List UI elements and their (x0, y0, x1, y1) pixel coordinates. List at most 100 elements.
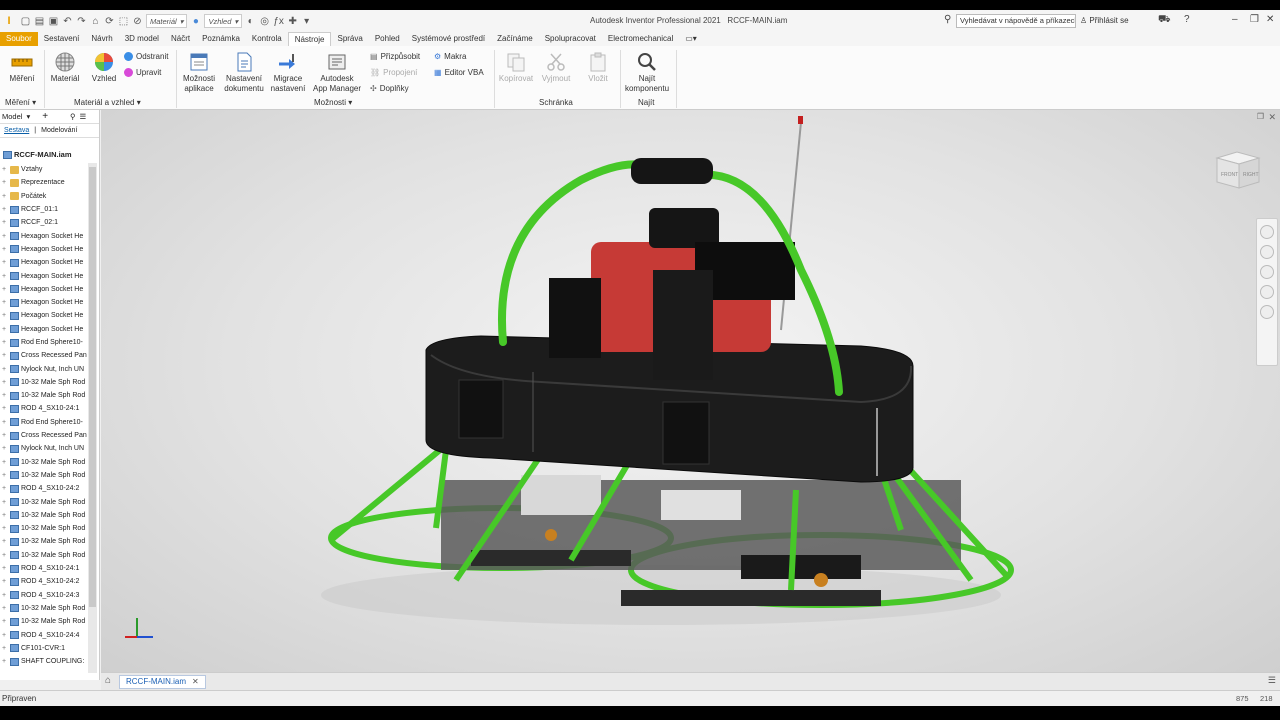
tree-item[interactable]: + Cross Recessed Pan (2, 349, 88, 362)
tab-modeling-view[interactable]: Modelování (41, 127, 77, 134)
tree-item[interactable]: + Rod End Sphere10- (2, 416, 88, 429)
tree-item[interactable]: +10-32 Male Sph Rod (2, 469, 88, 482)
tree-item[interactable]: + ROD 4_SX10-24:4 (2, 628, 88, 641)
tree-item[interactable]: +10-32 Male Sph Rod (2, 376, 88, 389)
expand-icon[interactable]: + (2, 299, 8, 306)
expand-icon[interactable]: + (2, 326, 8, 333)
doc-settings-button[interactable]: Nastavení dokumentu (222, 52, 266, 94)
plus-icon[interactable]: ✚ (287, 16, 298, 27)
tab-electromechanical[interactable]: Electromechanical (602, 32, 679, 46)
tab-annotate[interactable]: Poznámka (196, 32, 246, 46)
expand-icon[interactable]: + (2, 273, 8, 280)
view-cube[interactable]: FRONT RIGHT (1213, 150, 1263, 190)
tab-get-started[interactable]: Začínáme (491, 32, 539, 46)
tab-assemble[interactable]: Sestavení (38, 32, 86, 46)
update-icon[interactable]: ⟳ (104, 16, 115, 27)
expand-icon[interactable]: + (2, 379, 8, 386)
tree-item[interactable]: + Počátek (2, 190, 88, 203)
model-render[interactable] (101, 110, 1280, 672)
remove-appearance-button[interactable]: Odstranit (124, 52, 168, 61)
tree-item[interactable]: + Nylock Nut, Inch UN (2, 362, 88, 375)
tab-view[interactable]: Pohled (369, 32, 406, 46)
tree-item[interactable]: +10-32 Male Sph Rod (2, 456, 88, 469)
help-icon[interactable]: ? (1184, 14, 1190, 25)
tree-item[interactable]: +10-32 Male Sph Rod (2, 509, 88, 522)
tab-menu-icon[interactable]: ☰ (1268, 675, 1276, 686)
new-file-icon[interactable]: ▢ (20, 16, 31, 27)
expand-icon[interactable]: + (2, 312, 8, 319)
home-icon[interactable]: ⌂ (105, 675, 111, 686)
expand-icon[interactable]: + (2, 472, 8, 479)
tab-3d-model[interactable]: 3D model (119, 32, 165, 46)
inventor-logo-icon[interactable]: I (0, 10, 18, 32)
expand-icon[interactable]: + (2, 658, 8, 665)
ribbon-options-icon[interactable]: ▭▾ (679, 32, 703, 46)
tree-item[interactable]: + Hexagon Socket He (2, 229, 88, 242)
browser-title[interactable]: Model (2, 112, 22, 121)
expand-icon[interactable]: + (2, 632, 8, 639)
look-at-icon[interactable] (1260, 305, 1274, 319)
tree-item[interactable]: +10-32 Male Sph Rod (2, 495, 88, 508)
appearance-combo[interactable]: Vzhled ▾ (204, 14, 243, 28)
close-icon[interactable]: ✕ (192, 676, 199, 688)
tree-item[interactable]: + ROD 4_SX10-24:1 (2, 562, 88, 575)
expand-icon[interactable]: + (2, 392, 8, 399)
chevron-down-icon[interactable]: ▾ (26, 112, 30, 121)
steering-wheel-icon[interactable] (1260, 225, 1274, 239)
help-search-input[interactable]: Vyhledávat v nápovědě a příkazech (956, 14, 1076, 28)
close-icon[interactable]: ✕ (1266, 14, 1274, 25)
open-file-icon[interactable]: ▤ (34, 16, 45, 27)
tree-item[interactable]: + ROD 4_SX10-24:3 (2, 589, 88, 602)
adjust-appearance-button[interactable]: Upravit (124, 68, 161, 77)
paste-button[interactable]: Vložit (580, 52, 616, 84)
search-icon[interactable]: ⚲ (944, 14, 951, 25)
expand-icon[interactable]: + (2, 339, 8, 346)
tree-item[interactable]: + Hexagon Socket He (2, 243, 88, 256)
search-icon[interactable]: ⚲ (70, 112, 76, 121)
tab-design[interactable]: Návrh (85, 32, 118, 46)
expand-icon[interactable]: + (2, 445, 8, 452)
tree-item[interactable]: + Hexagon Socket He (2, 283, 88, 296)
cut-button[interactable]: Vyjmout (538, 52, 574, 84)
maximize-icon[interactable]: ❐ (1250, 14, 1259, 25)
expand-icon[interactable]: + (2, 512, 8, 519)
expand-icon[interactable]: + (2, 565, 8, 572)
tab-sketch[interactable]: Náčrt (165, 32, 196, 46)
pan-icon[interactable] (1260, 245, 1274, 259)
material-combo[interactable]: Materiál ▾ (146, 14, 188, 28)
expand-icon[interactable]: + (2, 645, 8, 652)
tree-item[interactable]: +10-32 Male Sph Rod (2, 522, 88, 535)
expand-icon[interactable]: + (2, 578, 8, 585)
material-button[interactable]: Materiál (48, 52, 82, 84)
group-material-appearance[interactable]: Materiál a vzhled ▾ (74, 98, 141, 107)
tree-item[interactable]: +10-32 Male Sph Rod (2, 389, 88, 402)
macros-button[interactable]: ⚙ Makra (434, 52, 466, 61)
tree-item[interactable]: + ROD 4_SX10-24:1 (2, 402, 88, 415)
expand-icon[interactable]: + (2, 233, 8, 240)
find-component-button[interactable]: Najít komponentu (620, 52, 674, 94)
links-button[interactable]: ⛓ Propojení (370, 68, 417, 77)
expand-icon[interactable]: + (2, 538, 8, 545)
customize-button[interactable]: ▤ Přizpůsobit (370, 52, 420, 61)
qat-menu-icon[interactable]: ▾ (301, 16, 312, 27)
tab-collaborate[interactable]: Spolupracovat (539, 32, 602, 46)
browser-scrollbar[interactable] (88, 163, 97, 673)
adjust-icon[interactable]: ◐ (245, 16, 256, 27)
redo-icon[interactable]: ↷ (76, 16, 87, 27)
tree-item[interactable]: + Hexagon Socket He (2, 256, 88, 269)
expand-icon[interactable]: + (2, 552, 8, 559)
clear-override-icon[interactable]: ⊘ (132, 16, 143, 27)
tree-item[interactable]: + CF101-CVR:1 (2, 642, 88, 655)
measure-button[interactable]: Měření (6, 52, 38, 84)
fx-icon[interactable]: ƒx (273, 16, 284, 27)
undo-icon[interactable]: ↶ (62, 16, 73, 27)
expand-icon[interactable]: + (2, 193, 8, 200)
tab-file[interactable]: Soubor (0, 32, 38, 46)
minimize-icon[interactable]: – (1232, 14, 1238, 25)
group-measure[interactable]: Měření ▾ (5, 98, 36, 107)
group-options[interactable]: Možnosti ▾ (314, 98, 352, 107)
orbit-icon[interactable] (1260, 285, 1274, 299)
tree-item[interactable]: + Hexagon Socket He (2, 296, 88, 309)
clear-appearance-icon[interactable]: ◎ (259, 16, 270, 27)
tree-item[interactable]: + Reprezentace (2, 176, 88, 189)
